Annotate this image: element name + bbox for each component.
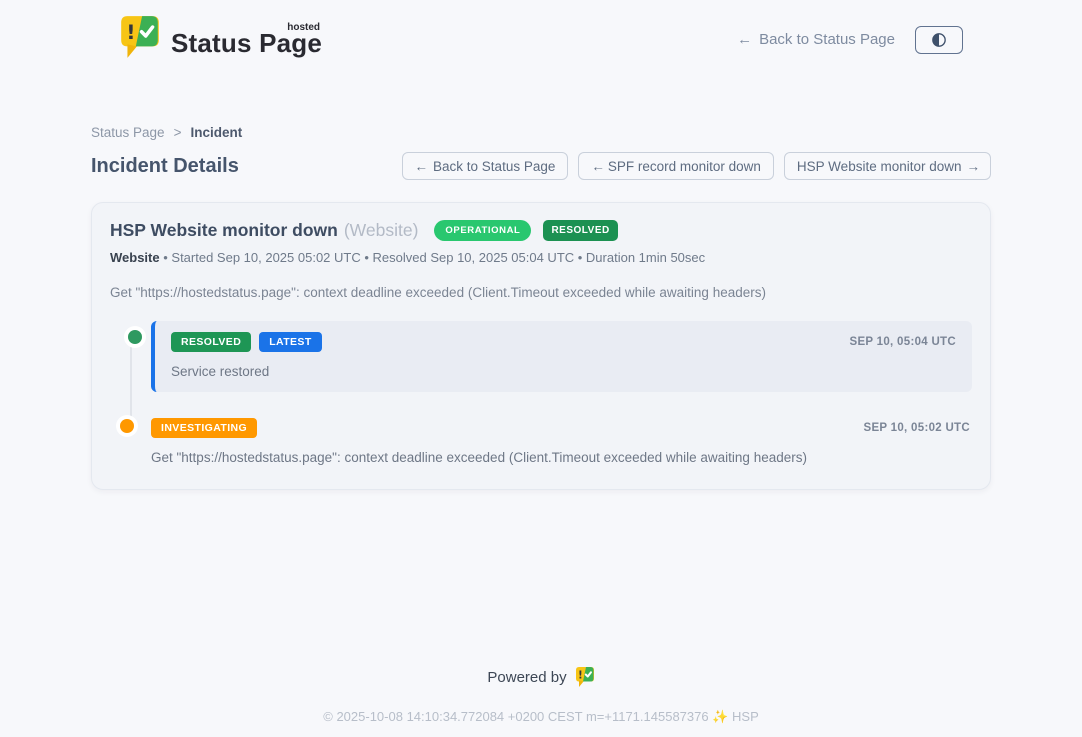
back-to-status-page-button[interactable]: ← Back to Status Page <box>402 152 569 180</box>
timeline-entry-header: INVESTIGATING SEP 10, 05:02 UTC <box>151 418 970 438</box>
back-button-label: Back to Status Page <box>433 159 555 174</box>
timeline-entry-resolved: RESOLVED LATEST SEP 10, 05:04 UTC Servic… <box>151 321 972 392</box>
timeline-timestamp: SEP 10, 05:04 UTC <box>849 336 956 348</box>
arrow-left-icon: ← <box>737 31 752 48</box>
timeline-badges: INVESTIGATING <box>151 418 257 438</box>
incident-description: Get "https://hostedstatus.page": context… <box>110 285 972 300</box>
contrast-half-circle-icon <box>930 31 948 49</box>
status-page-logo-icon: ! <box>575 666 595 688</box>
prev-incident-button[interactable]: ← SPF record monitor down <box>578 152 774 180</box>
incident-card: HSP Website monitor down (Website) OPERA… <box>91 202 991 490</box>
svg-text:!: ! <box>126 21 135 44</box>
resolved-badge: RESOLVED <box>171 332 251 352</box>
powered-by[interactable]: Powered by ! <box>91 666 991 688</box>
incident-meta-component: Website <box>110 250 160 265</box>
breadcrumb-separator: > <box>174 125 182 140</box>
arrow-left-icon: ← <box>591 159 605 174</box>
timeline-timestamp: SEP 10, 05:02 UTC <box>863 422 970 434</box>
incident-title-row: HSP Website monitor down (Website) OPERA… <box>110 220 972 241</box>
powered-by-label: Powered by <box>487 669 566 686</box>
timeline-entry-investigating: INVESTIGATING SEP 10, 05:02 UTC Get "htt… <box>151 418 972 465</box>
incident-title: HSP Website monitor down <box>110 220 338 241</box>
timeline-message: Service restored <box>171 364 956 379</box>
timeline-badges: RESOLVED LATEST <box>171 332 322 352</box>
breadcrumb-current: Incident <box>190 125 242 140</box>
incident-timeline: RESOLVED LATEST SEP 10, 05:04 UTC Servic… <box>110 321 972 465</box>
next-button-label: HSP Website monitor down <box>797 159 962 174</box>
incident-nav-buttons: ← Back to Status Page ← SPF record monit… <box>402 152 991 180</box>
arrow-right-icon: → <box>967 159 981 174</box>
timeline-entry-header: RESOLVED LATEST SEP 10, 05:04 UTC <box>171 332 956 352</box>
theme-toggle-button[interactable] <box>915 26 963 54</box>
incident-component: (Website) <box>344 220 419 241</box>
site-footer: Powered by ! © 2025-10-08 14:10:34.77208… <box>91 666 991 725</box>
svg-text:!: ! <box>578 670 583 682</box>
site-header: ! hosted Status Page ← Back to Status Pa… <box>91 0 991 65</box>
back-link-label: Back to Status Page <box>759 31 895 48</box>
timeline-message: Get "https://hostedstatus.page": context… <box>151 450 970 465</box>
prev-button-label: SPF record monitor down <box>608 159 761 174</box>
resolved-badge: RESOLVED <box>543 220 617 241</box>
breadcrumb-root[interactable]: Status Page <box>91 125 165 140</box>
brand-name: Status Page <box>171 30 322 57</box>
operational-badge: OPERATIONAL <box>434 220 531 241</box>
back-to-status-page-link[interactable]: ← Back to Status Page <box>737 31 895 48</box>
status-page-logo-icon: ! <box>119 14 161 65</box>
incident-meta: Website • Started Sep 10, 2025 05:02 UTC… <box>110 250 972 265</box>
page-title: Incident Details <box>91 155 239 178</box>
latest-badge: LATEST <box>259 332 321 352</box>
header-right: ← Back to Status Page <box>737 26 963 54</box>
incident-meta-details: • Started Sep 10, 2025 05:02 UTC • Resol… <box>163 250 705 265</box>
next-incident-button[interactable]: HSP Website monitor down → <box>784 152 991 180</box>
heading-row: Incident Details ← Back to Status Page ←… <box>91 152 991 180</box>
timeline-dot-green <box>128 330 142 344</box>
timeline-dot-orange <box>120 419 134 433</box>
brand-text: hosted Status Page <box>171 22 322 57</box>
copyright-text: © 2025-10-08 14:10:34.772084 +0200 CEST … <box>91 709 991 725</box>
brand-logo[interactable]: ! hosted Status Page <box>119 14 322 65</box>
timeline-connector-line <box>130 336 132 430</box>
breadcrumb: Status Page > Incident <box>91 125 991 140</box>
arrow-left-icon: ← <box>415 159 429 174</box>
investigating-badge: INVESTIGATING <box>151 418 257 438</box>
